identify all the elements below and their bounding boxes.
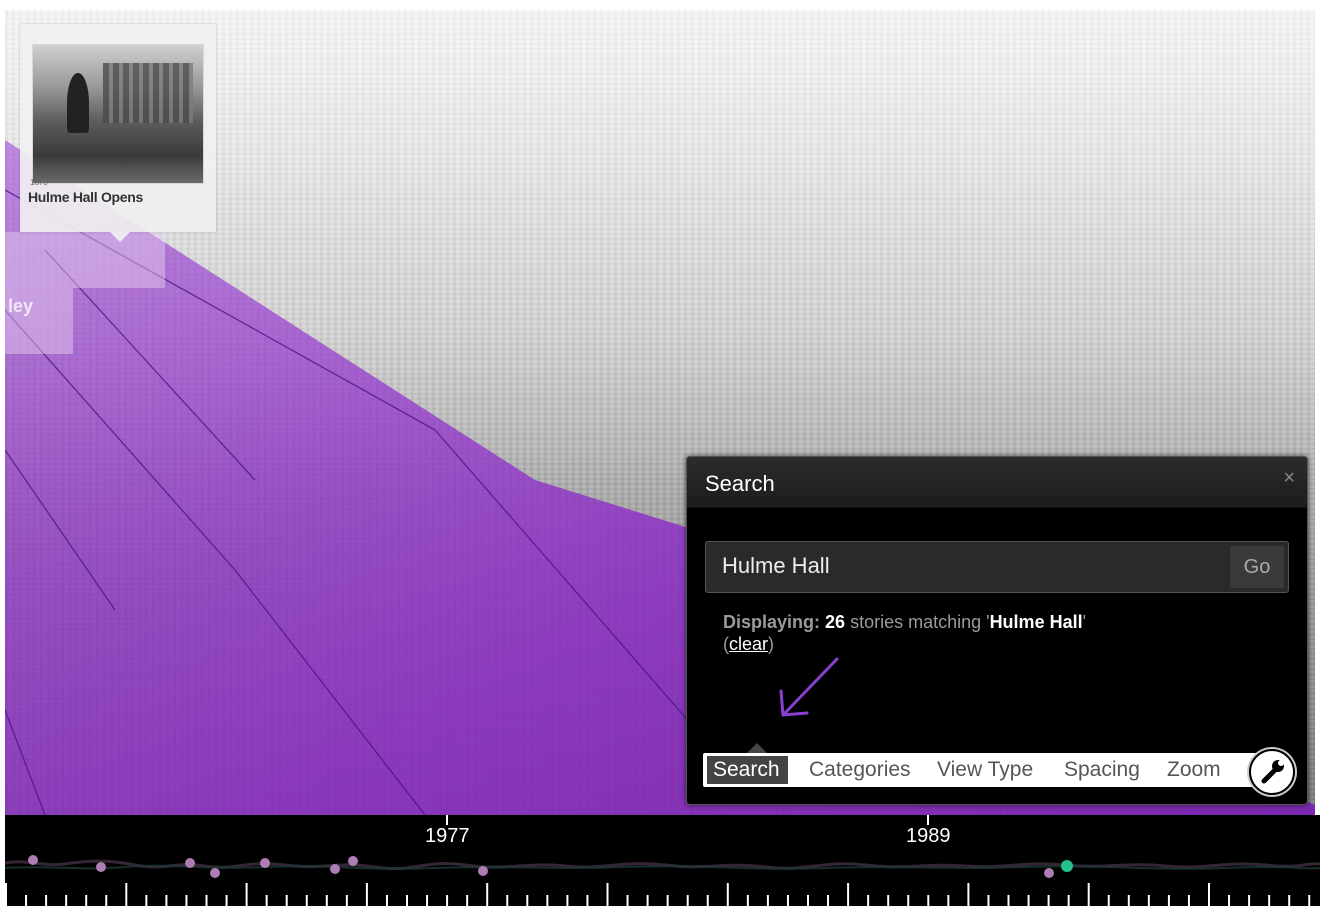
search-input[interactable] [706,542,1242,590]
tab-spacing[interactable]: Spacing [1064,756,1140,784]
timeline-marker [927,815,929,825]
results-text: stories matching ' [845,612,990,632]
clear-paren-close: ) [768,634,775,654]
search-results-summary: Displaying: 26 stories matching 'Hulme H… [723,611,1086,655]
timeline-marker [446,815,448,825]
tab-pointer [747,743,767,753]
close-icon[interactable]: × [1283,467,1295,490]
panel-title: Search [705,471,775,496]
timeline-label-1989: 1989 [906,825,951,847]
timeline-label-1977: 1977 [425,825,470,847]
results-count: 26 [825,612,846,632]
panel-header: Search × [687,457,1307,508]
clear-link[interactable]: clear [729,634,768,654]
timeline-graph [5,855,1320,906]
annotation-arrow-icon [779,657,839,717]
results-label: Displaying: [723,612,821,632]
ghost-story-card[interactable] [5,232,165,288]
tab-search[interactable]: Search [703,756,788,784]
results-quote: ' [1082,612,1087,632]
ghost-story-label: ley [8,296,34,316]
wrench-icon [1261,760,1284,784]
search-panel: Search × Go Displaying: 26 stories match… [686,456,1308,805]
story-thumbnail [32,44,204,184]
search-box: Go [705,541,1289,593]
story-title: Hulme Hall Opens [28,189,144,205]
go-button[interactable]: Go [1230,546,1284,588]
tab-view-type[interactable]: View Type [937,756,1033,784]
tab-zoom[interactable]: Zoom [1167,756,1221,784]
timeline-bar[interactable]: 1977 1989 [5,815,1320,906]
tab-bar: Search Categories View Type Spacing Zoom [703,753,1263,787]
tree-shape [67,73,89,133]
building-shape [103,63,193,123]
results-term: Hulme Hall [989,612,1083,632]
tab-categories[interactable]: Categories [809,756,911,784]
story-date: 1870 [30,178,48,187]
settings-button[interactable] [1249,749,1295,795]
story-pointer [110,232,130,242]
story-card[interactable]: 1870 Hulme Hall Opens [20,24,216,232]
